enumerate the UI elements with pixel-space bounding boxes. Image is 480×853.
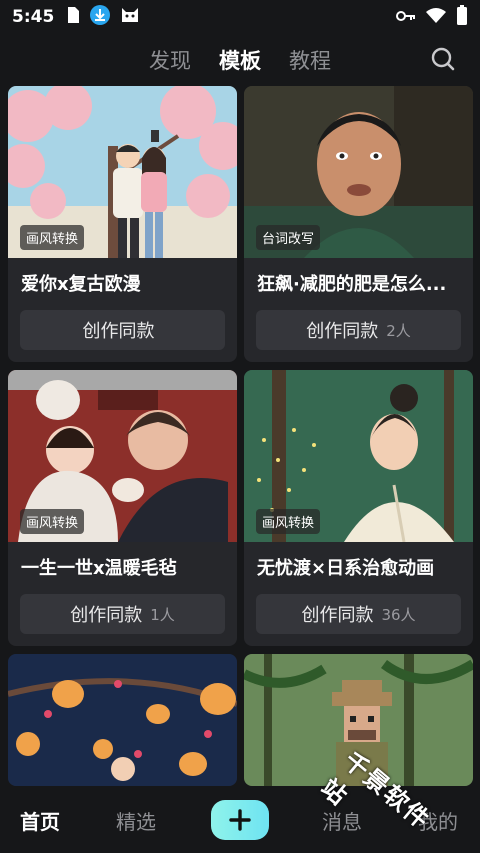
create-same-button[interactable]: 创作同款 1人	[20, 594, 225, 634]
template-thumbnail: 画风转换	[8, 370, 237, 542]
template-thumbnail: 画风转换	[8, 86, 237, 258]
status-bar: 5:45	[0, 0, 480, 34]
tab-templates[interactable]: 模板	[219, 45, 261, 75]
status-time: 5:45	[12, 7, 55, 27]
style-tag: 画风转换	[20, 509, 85, 534]
create-button[interactable]	[211, 800, 269, 840]
battery-icon	[456, 5, 468, 29]
nav-featured[interactable]: 精选	[116, 806, 156, 835]
template-card[interactable]: 台词改写 狂飙·减肥的肥是怎么... 创作同款 2人	[244, 86, 473, 362]
template-title: 一生一世x温暖毛毡	[21, 558, 177, 579]
create-same-label: 创作同款	[306, 321, 379, 342]
wifi-icon	[426, 7, 446, 27]
style-tag: 画风转换	[256, 509, 321, 534]
creator-count: 1人	[150, 605, 175, 624]
template-card[interactable]: 画风转换 爱你x复古欧漫 创作同款	[8, 86, 237, 362]
tab-tutorials[interactable]: 教程	[289, 45, 331, 75]
nav-home[interactable]: 首页	[20, 806, 60, 835]
template-title: 无忧渡×日系治愈动画	[257, 558, 435, 579]
template-card[interactable]: 画风转换 无忧渡×日系治愈动画 创作同款 36人	[244, 370, 473, 646]
creator-count: 36人	[381, 605, 416, 624]
plus-icon	[229, 809, 251, 831]
create-same-label: 创作同款	[70, 605, 143, 626]
create-same-label: 创作同款	[82, 321, 155, 342]
create-same-button[interactable]: 创作同款	[20, 310, 225, 350]
search-icon	[431, 47, 455, 71]
creator-count: 2人	[386, 321, 411, 340]
download-icon	[90, 5, 111, 29]
tab-discover[interactable]: 发现	[149, 45, 191, 75]
template-title: 爱你x复古欧漫	[21, 274, 141, 295]
top-tabs: 发现 模板 教程	[0, 40, 480, 80]
key-icon	[396, 8, 416, 27]
search-button[interactable]	[430, 46, 456, 72]
template-thumbnail	[8, 654, 237, 786]
style-tag: 画风转换	[20, 225, 85, 250]
create-same-button[interactable]: 创作同款 2人	[256, 310, 461, 350]
template-thumbnail: 台词改写	[244, 86, 473, 258]
cat-app-icon	[120, 6, 140, 28]
create-same-button[interactable]: 创作同款 36人	[256, 594, 461, 634]
template-card[interactable]: 画风转换 一生一世x温暖毛毡 创作同款 1人	[8, 370, 237, 646]
template-thumbnail: 画风转换	[244, 370, 473, 542]
style-tag: 台词改写	[256, 225, 321, 250]
sim-card-icon	[66, 6, 80, 28]
template-card[interactable]	[8, 654, 237, 786]
create-same-label: 创作同款	[301, 605, 374, 626]
template-title: 狂飙·减肥的肥是怎么...	[257, 274, 447, 295]
